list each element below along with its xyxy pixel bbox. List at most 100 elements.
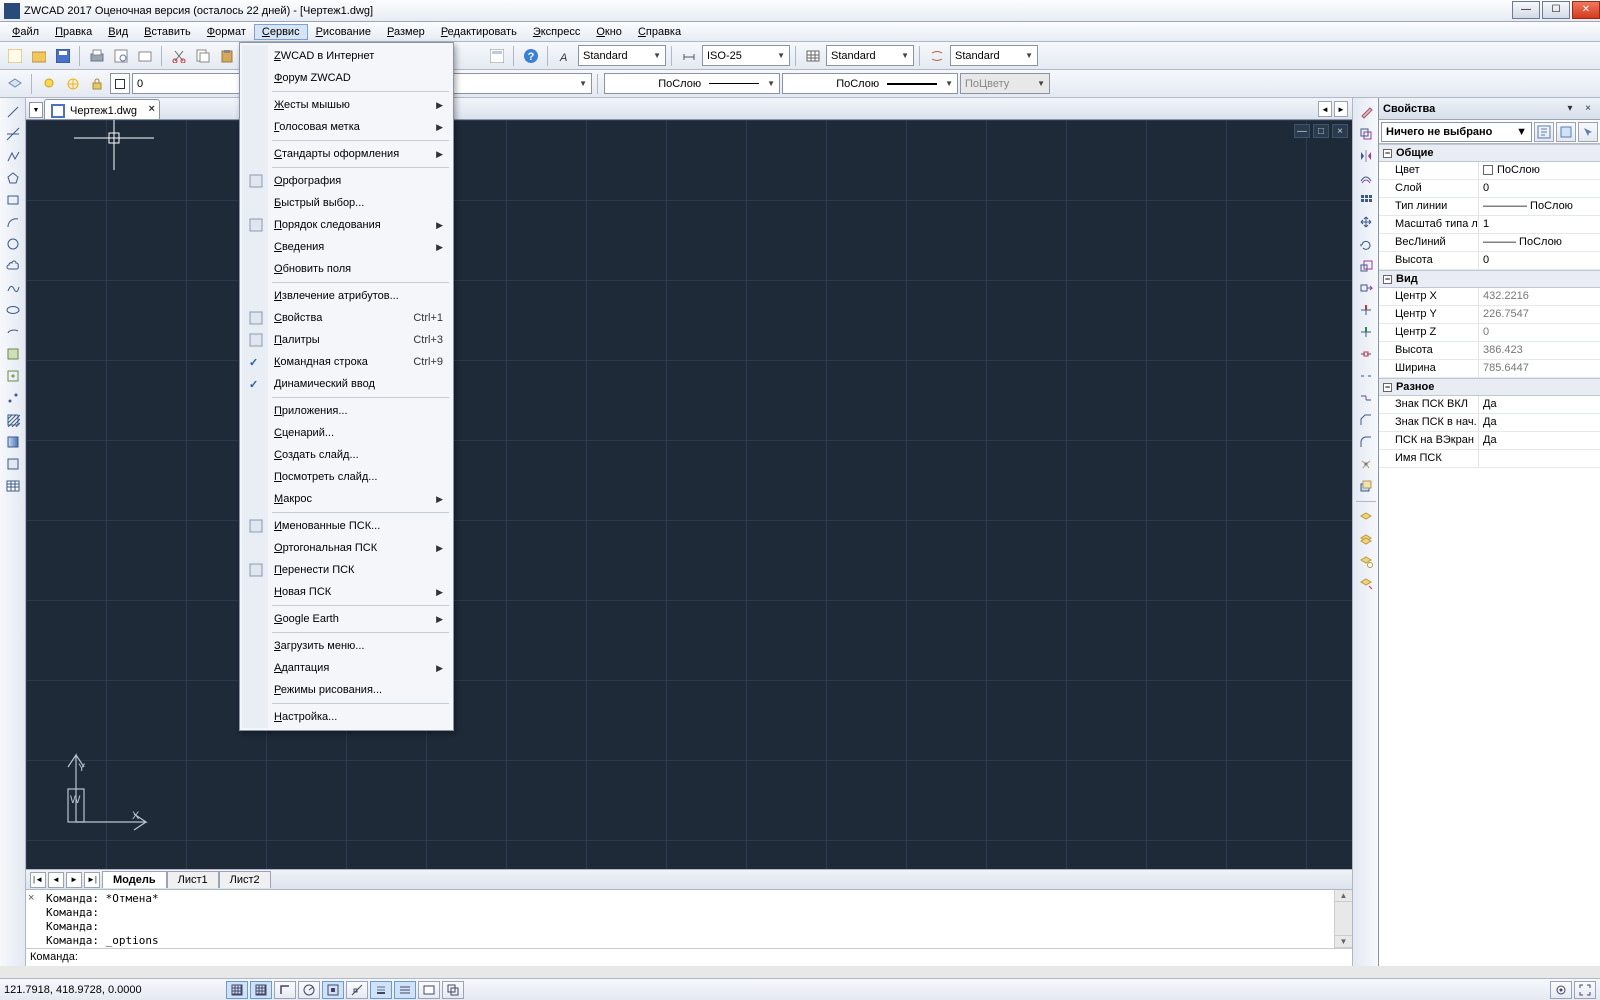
layer-lock-icon[interactable]	[86, 73, 108, 95]
minimize-button[interactable]: —	[1512, 1, 1540, 19]
tab-model[interactable]: Модель	[102, 871, 167, 888]
region-icon[interactable]	[2, 454, 24, 474]
menu-справка[interactable]: Справка	[630, 24, 689, 40]
menu-item[interactable]: Перенести ПСК	[242, 559, 451, 581]
menu-формат[interactable]: Формат	[199, 24, 254, 40]
menu-правка[interactable]: Правка	[47, 24, 100, 40]
revcloud-icon[interactable]	[2, 256, 24, 276]
insert-block-icon[interactable]	[2, 344, 24, 364]
tab-scroll-right-icon[interactable]: ►	[1334, 101, 1348, 117]
dim-style-combo[interactable]: ISO-25▼	[702, 45, 790, 66]
prop-row[interactable]: Знак ПСК в нач. ...Да	[1379, 414, 1600, 432]
menu-item[interactable]: Форум ZWCAD	[242, 67, 451, 89]
menu-item[interactable]: Режимы рисования...	[242, 679, 451, 701]
drawing-canvas[interactable]: — □ × Y X W	[26, 120, 1352, 869]
table-style-combo[interactable]: Standard▼	[826, 45, 914, 66]
menu-item[interactable]: Макрос▶	[242, 488, 451, 510]
menu-размер[interactable]: Размер	[379, 24, 433, 40]
properties-toggle-button[interactable]	[486, 45, 508, 67]
tab-scroll-left-icon[interactable]: ◄	[1318, 101, 1332, 117]
panel-close-icon[interactable]: ×	[1580, 102, 1596, 116]
prop-row[interactable]: Центр X432.2216	[1379, 288, 1600, 306]
stretch-icon[interactable]	[1355, 278, 1377, 298]
prop-group[interactable]: −Разное	[1379, 378, 1600, 396]
tab-dropdown-icon[interactable]: ▼	[29, 102, 43, 118]
layer-manager-button[interactable]	[4, 73, 26, 95]
menu-item[interactable]: Посмотреть слайд...	[242, 466, 451, 488]
offset-icon[interactable]	[1355, 168, 1377, 188]
otrack-toggle[interactable]	[346, 981, 368, 999]
menu-вставить[interactable]: Вставить	[136, 24, 199, 40]
viewport-min-icon[interactable]: —	[1294, 124, 1310, 138]
menu-item[interactable]: ✓СвойстваCtrl+1	[242, 307, 451, 329]
selectobj-icon[interactable]	[1578, 122, 1598, 142]
array-icon[interactable]	[1355, 190, 1377, 210]
rectangle-icon[interactable]	[2, 190, 24, 210]
chamfer-icon[interactable]	[1355, 410, 1377, 430]
menu-item[interactable]: Сведения▶	[242, 236, 451, 258]
layout-first-icon[interactable]: |◄	[30, 872, 46, 888]
menu-рисование[interactable]: Рисование	[308, 24, 379, 40]
menu-item[interactable]: Стандарты оформления▶	[242, 143, 451, 165]
selection-combo[interactable]: Ничего не выбрано▼	[1381, 122, 1532, 142]
rotate-icon[interactable]	[1355, 234, 1377, 254]
spline-icon[interactable]	[2, 278, 24, 298]
layer-freeze-icon[interactable]	[62, 73, 84, 95]
join-icon[interactable]	[1355, 388, 1377, 408]
make-block-icon[interactable]	[2, 366, 24, 386]
menu-экспресс[interactable]: Экспресс	[525, 24, 589, 40]
line-icon[interactable]	[2, 102, 24, 122]
coords-readout[interactable]: 121.7918, 418.9728, 0.0000	[4, 984, 224, 996]
extend-icon[interactable]	[1355, 322, 1377, 342]
prop-group[interactable]: −Вид	[1379, 270, 1600, 288]
gradient-icon[interactable]	[2, 432, 24, 452]
layer-tool1-icon[interactable]	[1355, 507, 1377, 527]
explode-icon[interactable]	[1355, 454, 1377, 474]
fullscreen-icon[interactable]	[1574, 981, 1596, 999]
dim-style-icon[interactable]	[678, 45, 700, 67]
layer-color-swatch[interactable]	[110, 73, 130, 94]
menu-item[interactable]: ✓Динамический ввод	[242, 373, 451, 395]
prop-row[interactable]: ПСК на ВЭкранДа	[1379, 432, 1600, 450]
fillet-icon[interactable]	[1355, 432, 1377, 452]
cycle-toggle[interactable]	[442, 981, 464, 999]
prop-row[interactable]: Ширина785.6447	[1379, 360, 1600, 378]
menu-item[interactable]: ✓Командная строкаCtrl+9	[242, 351, 451, 373]
plotstyle-combo[interactable]: ПоЦвету▼	[960, 73, 1050, 94]
settings-icon[interactable]	[1550, 981, 1572, 999]
prop-row[interactable]: Центр Z0	[1379, 324, 1600, 342]
osnap-toggle[interactable]	[322, 981, 344, 999]
table-icon[interactable]	[2, 476, 24, 496]
ellipse-icon[interactable]	[2, 300, 24, 320]
copy-obj-icon[interactable]	[1355, 124, 1377, 144]
grid-toggle[interactable]	[250, 981, 272, 999]
mirror-icon[interactable]	[1355, 146, 1377, 166]
print-button[interactable]	[86, 45, 108, 67]
scroll-down-icon[interactable]: ▼	[1335, 936, 1352, 948]
model-toggle[interactable]	[418, 981, 440, 999]
prop-group[interactable]: −Общие	[1379, 144, 1600, 162]
prop-row[interactable]: Высота0	[1379, 252, 1600, 270]
layout-prev-icon[interactable]: ◄	[48, 872, 64, 888]
menu-item[interactable]: Извлечение атрибутов...	[242, 285, 451, 307]
mline-style-icon[interactable]	[926, 45, 948, 67]
help-button[interactable]: ?	[520, 45, 542, 67]
pickadd-icon[interactable]	[1556, 122, 1576, 142]
tab-sheet1[interactable]: Лист1	[167, 871, 219, 888]
viewport-max-icon[interactable]: □	[1313, 124, 1329, 138]
paste-button[interactable]	[216, 45, 238, 67]
point-icon[interactable]	[2, 388, 24, 408]
snap-toggle[interactable]	[226, 981, 248, 999]
ortho-toggle[interactable]	[274, 981, 296, 999]
prop-row[interactable]: Знак ПСК ВКЛДа	[1379, 396, 1600, 414]
xline-icon[interactable]	[2, 124, 24, 144]
hatch-icon[interactable]	[2, 410, 24, 430]
lineweight-combo[interactable]: ПоСлою▼	[782, 73, 958, 94]
menu-item[interactable]: Обновить поля	[242, 258, 451, 280]
command-input[interactable]: Команда:	[26, 948, 1352, 966]
menu-item[interactable]: Google Earth▶	[242, 608, 451, 630]
tab-close-icon[interactable]: ×	[149, 103, 155, 115]
menu-item[interactable]: Приложения...	[242, 400, 451, 422]
prop-row[interactable]: ЦветПоСлою	[1379, 162, 1600, 180]
menu-item[interactable]: Орфография	[242, 170, 451, 192]
